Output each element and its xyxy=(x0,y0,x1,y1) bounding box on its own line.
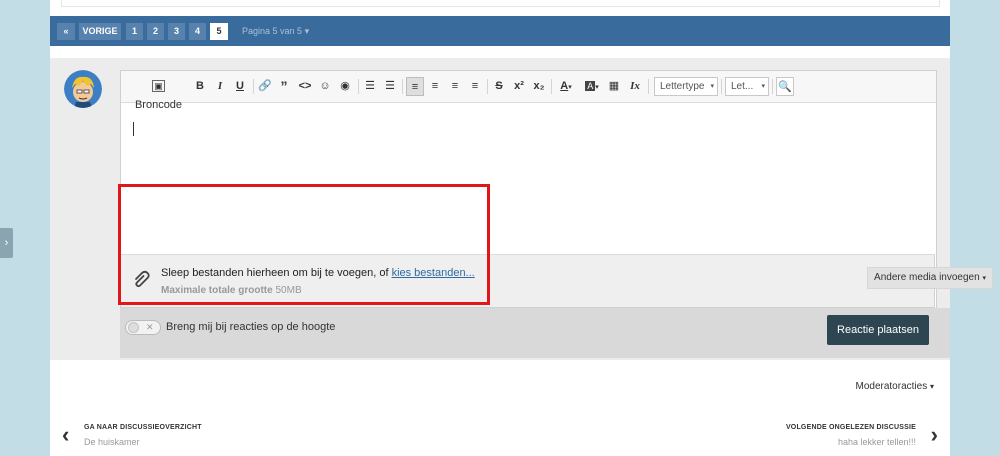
bullet-list-icon[interactable]: ☰ xyxy=(363,77,377,96)
nav-previous-subtitle: De huiskamer xyxy=(84,437,140,447)
editor-toolbar: ▣ Broncode B I U 🔗 ” <> ☺ ◉ ☰ ☰ ≡ ≡ ≡ ≡ … xyxy=(121,71,936,111)
toggle-knob xyxy=(128,322,139,333)
align-left-icon[interactable]: ≡ xyxy=(406,77,424,96)
toolbar-separator xyxy=(551,79,552,94)
page-3-button[interactable]: 3 xyxy=(168,23,185,40)
background-color-button[interactable]: A ▾ xyxy=(581,77,603,96)
spoiler-eye-icon[interactable]: ◉ xyxy=(338,77,352,96)
chevron-left-icon: ‹ xyxy=(62,422,70,447)
chevron-down-icon: ▾ xyxy=(929,382,934,391)
align-right-icon[interactable]: ≡ xyxy=(468,77,482,96)
font-color-button[interactable]: A▾ xyxy=(555,77,577,96)
code-button[interactable]: <> xyxy=(297,77,313,96)
bold-button[interactable]: B xyxy=(193,77,207,96)
page-info: Pagina 5 van 5 xyxy=(242,26,303,36)
chevron-down-icon: ▾ xyxy=(304,26,310,36)
prev-page-button[interactable]: VORIGE xyxy=(79,23,121,40)
page-5-button[interactable]: 5 xyxy=(210,23,228,40)
sidebar-toggle[interactable]: › xyxy=(0,228,13,258)
remove-format-button[interactable]: Ix xyxy=(627,77,643,96)
numbered-list-icon[interactable]: ☰ xyxy=(383,77,397,96)
page-4-button[interactable]: 4 xyxy=(189,23,206,40)
previous-post-box xyxy=(61,0,940,7)
pagination-bar: « VORIGE 1 2 3 4 5 Pagina 5 van 5 ▾ xyxy=(50,16,950,46)
font-size-label: Let... xyxy=(731,81,754,92)
chevron-down-icon: ▾ xyxy=(982,275,986,282)
nav-next[interactable]: VOLGENDE ONGELEZEN DISCUSSIE haha lekker… xyxy=(785,422,938,448)
nav-previous-title: GA NAAR DISCUSSIEOVERZICHT xyxy=(84,424,202,431)
chevron-down-icon: ▾ xyxy=(710,83,714,90)
nav-previous[interactable]: ‹ GA NAAR DISCUSSIEOVERZICHT De huiskame… xyxy=(62,422,202,448)
toolbar-separator xyxy=(772,79,773,94)
source-icon: ▣ xyxy=(152,80,165,92)
table-icon[interactable]: ▦ xyxy=(607,77,621,96)
link-icon[interactable]: 🔗 xyxy=(258,77,272,96)
subscript-button[interactable]: x₂ xyxy=(531,77,547,96)
page-2-button[interactable]: 2 xyxy=(147,23,164,40)
chevron-down-icon: ▾ xyxy=(595,84,599,91)
first-page-button[interactable]: « xyxy=(57,23,75,40)
source-label: Broncode xyxy=(134,99,183,111)
preview-icon[interactable]: 🔍 xyxy=(776,77,794,96)
align-justify-icon[interactable]: ≡ xyxy=(448,77,462,96)
avatar xyxy=(64,70,102,108)
close-icon: ✕ xyxy=(146,322,154,332)
align-center-icon[interactable]: ≡ xyxy=(428,77,442,96)
follow-toggle[interactable]: ✕ xyxy=(125,320,161,335)
insert-media-label: Andere media invoegen xyxy=(874,272,980,283)
submit-reply-button[interactable]: Reactie plaatsen xyxy=(827,315,929,345)
moderator-actions-label: Moderatoracties xyxy=(855,381,928,392)
moderator-actions-menu[interactable]: Moderatoracties ▾ xyxy=(856,381,935,392)
page-1-button[interactable]: 1 xyxy=(126,23,143,40)
toolbar-separator xyxy=(721,79,722,94)
composer-footer: ✕ Breng mij bij reacties op de hoogte Re… xyxy=(120,308,950,358)
toolbar-separator xyxy=(648,79,649,94)
chevron-down-icon: ▾ xyxy=(568,84,572,91)
follow-label: Breng mij bij reacties op de hoogte xyxy=(166,321,336,333)
nav-next-subtitle: haha lekker tellen!!! xyxy=(837,437,916,447)
font-family-select[interactable]: Lettertype ▾ xyxy=(654,77,718,96)
page-jump-dropdown[interactable]: Pagina 5 van 5 ▾ xyxy=(242,23,309,40)
emoji-icon[interactable]: ☺ xyxy=(318,77,332,96)
strikethrough-button[interactable]: S xyxy=(492,77,506,96)
toolbar-separator xyxy=(358,79,359,94)
italic-button[interactable]: I xyxy=(213,77,227,96)
highlight-box xyxy=(118,184,490,305)
text-cursor xyxy=(133,122,134,136)
background-color-icon: A xyxy=(585,81,596,91)
chevron-down-icon: ▾ xyxy=(761,83,765,90)
nav-next-title: VOLGENDE ONGELEZEN DISCUSSIE xyxy=(785,424,916,431)
underline-button[interactable]: U xyxy=(233,77,247,96)
toolbar-separator xyxy=(487,79,488,94)
font-size-select[interactable]: Let... ▾ xyxy=(725,77,769,96)
chevron-right-icon: › xyxy=(930,422,938,447)
page-content: « VORIGE 1 2 3 4 5 Pagina 5 van 5 ▾ ▣ Br… xyxy=(50,0,993,456)
quote-button[interactable]: ” xyxy=(277,77,291,96)
insert-media-button[interactable]: Andere media invoegen ▾ xyxy=(867,267,993,289)
superscript-button[interactable]: x² xyxy=(511,77,527,96)
source-button[interactable]: ▣ Broncode xyxy=(131,77,186,111)
toolbar-separator xyxy=(402,79,403,94)
font-family-label: Lettertype xyxy=(660,81,705,92)
toolbar-separator xyxy=(253,79,254,94)
